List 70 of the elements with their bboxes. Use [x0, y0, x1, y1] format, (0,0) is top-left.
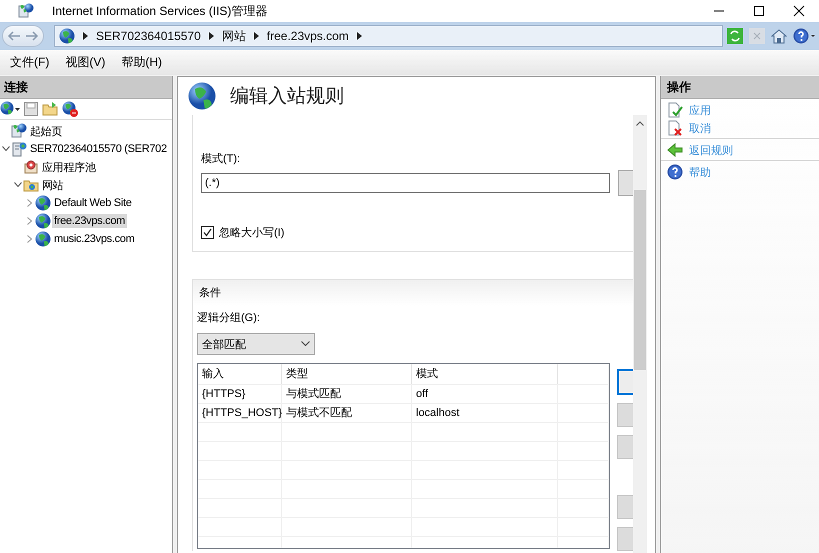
table-cell: off — [412, 385, 558, 403]
logic-dropdown[interactable]: 全部匹配 — [197, 333, 315, 355]
breadcrumb-item[interactable]: SER702364015570 — [96, 29, 201, 43]
checkbox[interactable] — [201, 226, 214, 239]
table-cell: {HTTPS} — [198, 385, 282, 403]
breadcrumb-arrow-icon[interactable] — [356, 32, 362, 40]
table-cell: {HTTPS_HOST} — [198, 404, 282, 422]
side-button[interactable] — [617, 369, 633, 395]
close-icon[interactable] — [793, 5, 805, 17]
scrollbar[interactable] — [633, 115, 647, 553]
globe-icon — [59, 28, 75, 44]
page-title: 编辑入站规则 — [230, 85, 344, 109]
tree-item[interactable]: 网站 — [40, 176, 66, 194]
apply-icon — [667, 102, 683, 118]
table-cell: 与模式匹配 — [282, 385, 412, 403]
scroll-up-icon[interactable] — [636, 121, 644, 126]
column-header[interactable]: 类型 — [282, 364, 412, 384]
disconnect-icon[interactable] — [62, 101, 78, 117]
tree-item[interactable]: Default Web Site — [52, 196, 134, 210]
expand-icon[interactable] — [26, 199, 32, 207]
cancel-icon — [667, 120, 683, 136]
field-label: 逻辑分组(G): — [197, 311, 260, 325]
panel-title: 连接 — [4, 80, 28, 94]
breadcrumb-item[interactable]: free.23vps.com — [266, 29, 349, 43]
breadcrumb-arrow-icon[interactable] — [208, 32, 214, 40]
chevron-down-icon — [301, 341, 310, 347]
tree-item[interactable]: 应用程序池 — [40, 158, 98, 176]
refresh-icon[interactable] — [727, 28, 743, 44]
tree-item[interactable]: 起始页 — [28, 122, 64, 140]
globe-icon — [35, 213, 51, 229]
globe-icon — [35, 195, 51, 211]
back-arrow-icon — [667, 142, 683, 158]
menu-item[interactable]: 帮助(H) — [113, 54, 170, 71]
help-icon — [667, 164, 683, 180]
checkbox-label: 忽略大小写(I) — [219, 226, 284, 240]
collapse-icon[interactable] — [14, 182, 22, 188]
save-icon[interactable] — [24, 102, 38, 116]
breadcrumb-arrow-icon[interactable] — [83, 32, 88, 40]
window-title: Internet Information Services (IIS)管理器 — [52, 2, 268, 20]
check-icon — [203, 228, 212, 237]
field-label: 模式(T): — [201, 152, 240, 166]
home-page-icon — [11, 123, 27, 139]
home-page-icon — [18, 3, 34, 19]
menu-item[interactable]: 视图(V) — [57, 54, 114, 71]
globe-icon — [188, 82, 216, 110]
tree-item[interactable]: free.23vps.com — [52, 214, 128, 228]
collapse-icon[interactable] — [2, 146, 10, 152]
section-title: 条件 — [199, 287, 221, 299]
globe-icon — [35, 231, 51, 247]
pattern-field[interactable]: (.*) — [201, 173, 610, 193]
expand-icon[interactable] — [26, 235, 32, 243]
column-header[interactable]: 输入 — [198, 364, 282, 384]
connect-icon[interactable] — [0, 101, 20, 117]
forward-icon[interactable] — [25, 30, 39, 42]
table-cell: localhost — [412, 404, 558, 422]
tree-item[interactable]: music.23vps.com — [52, 232, 136, 246]
expand-icon[interactable] — [26, 217, 32, 225]
home-icon[interactable] — [771, 28, 787, 44]
column-header[interactable]: 模式 — [412, 364, 558, 384]
breadcrumb-item[interactable]: 网站 — [222, 28, 246, 44]
menu-item[interactable]: 文件(F) — [2, 54, 58, 71]
table-cell: 与模式不匹配 — [282, 404, 412, 422]
server-icon — [11, 141, 27, 157]
maximize-icon[interactable] — [753, 5, 765, 17]
back-icon[interactable] — [7, 30, 21, 42]
breadcrumb-arrow-icon[interactable] — [254, 32, 259, 40]
tree-item[interactable]: SER702364015570 (SER702 — [28, 142, 169, 156]
app-pool-icon — [23, 159, 39, 175]
panel-title: 操作 — [667, 80, 691, 94]
help-icon[interactable] — [793, 28, 815, 44]
